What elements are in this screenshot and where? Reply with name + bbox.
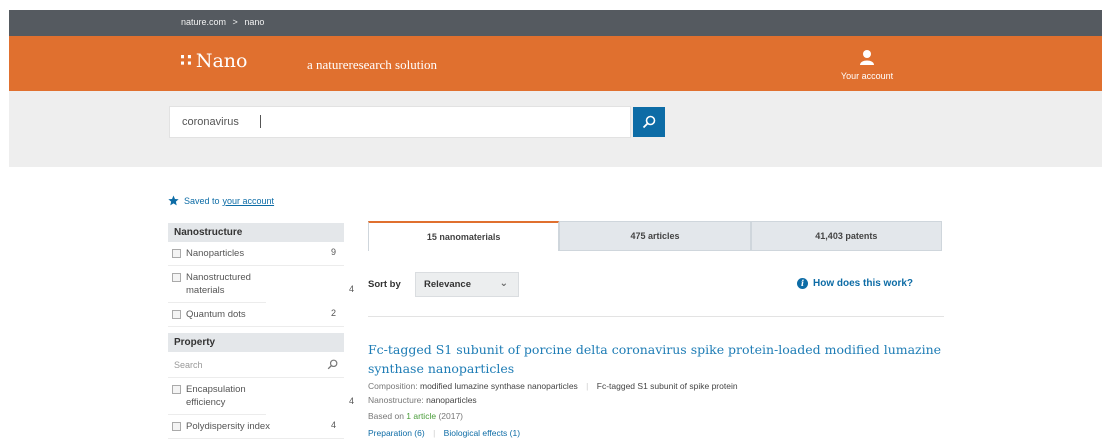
star-icon: [168, 195, 179, 206]
facet-item-nanostructured-materials[interactable]: Nanostructured materials 4: [168, 266, 354, 303]
search-icon: [642, 115, 656, 129]
brand-header: ∷ Nano a natureresearch solution Your ac…: [9, 36, 1102, 91]
article-count-link[interactable]: 1 article: [406, 411, 436, 421]
how-does-this-work-link[interactable]: i How does this work?: [797, 278, 913, 289]
breadcrumb-current[interactable]: nano: [244, 17, 264, 27]
search-icon: [327, 359, 338, 370]
facet-item-label: Quantum dots: [186, 309, 246, 320]
saved-notice: Saved to your account: [168, 195, 274, 206]
breadcrumb-root[interactable]: nature.com: [181, 17, 226, 27]
chevron-down-icon: ⌄: [499, 278, 508, 289]
brand-tagline: a natureresearch solution: [307, 57, 437, 72]
facet-item-encapsulation-efficiency[interactable]: Encapsulation efficiency 4: [168, 378, 354, 415]
facet-item-polydispersity-index[interactable]: Polydispersity index 4: [168, 415, 344, 439]
preparation-link[interactable]: Preparation (6): [368, 428, 425, 438]
biological-effects-link[interactable]: Biological effects (1): [444, 428, 520, 438]
nanostructure-value: nanoparticles: [426, 395, 477, 405]
separator: |: [433, 428, 436, 438]
sort-dropdown-value: Relevance: [424, 279, 472, 290]
facet-item-count: 4: [348, 396, 354, 406]
account-label: Your account: [840, 71, 894, 81]
based-on-label: Based on: [368, 411, 404, 421]
tab-articles[interactable]: 475 articles: [559, 221, 751, 251]
user-icon: [860, 50, 874, 65]
facet-item-quantum-dots[interactable]: Quantum dots 2: [168, 303, 344, 327]
sort-dropdown[interactable]: Relevance ⌄: [415, 272, 519, 297]
facet-item-count: 2: [330, 308, 336, 318]
composition-label: Composition:: [368, 381, 418, 391]
facet-item-nanoparticles[interactable]: Nanoparticles 9: [168, 242, 344, 266]
result-title-link[interactable]: Fc-tagged S1 subunit of porcine delta co…: [368, 340, 948, 378]
filter-sidebar: Nanostructure Nanoparticles 9 Nanostruct…: [168, 223, 354, 439]
checkbox[interactable]: [172, 385, 181, 394]
breadcrumb: nature.com > nano: [181, 17, 264, 27]
search-band: coronavirus: [9, 91, 1102, 167]
search-input[interactable]: coronavirus: [169, 106, 631, 138]
composition-value: Fc-tagged S1 subunit of spike protein: [596, 381, 738, 391]
facet-item-label: Encapsulation efficiency: [186, 384, 246, 408]
how-does-this-work-label: How does this work?: [813, 278, 914, 289]
tab-patents[interactable]: 41,403 patents: [750, 221, 942, 251]
your-account-link[interactable]: your account: [223, 196, 275, 206]
facet-item-label: Nanoparticles: [186, 248, 245, 259]
saved-text: Saved to: [184, 195, 220, 206]
logo-mark-icon: ∷: [180, 51, 192, 70]
result-links: Preparation (6) | Biological effects (1): [368, 428, 520, 438]
top-navigation-bar: nature.com > nano: [9, 10, 1102, 36]
search-input-value: coronavirus: [182, 116, 239, 128]
checkbox[interactable]: [172, 249, 181, 258]
result-composition: Composition: modified lumazine synthase …: [368, 381, 738, 391]
facet-item-label: Nanostructured materials: [186, 272, 251, 296]
nano-logo[interactable]: ∷ Nano: [180, 50, 247, 72]
property-search-input[interactable]: Search: [168, 352, 344, 378]
checkbox[interactable]: [172, 422, 181, 431]
divider: [368, 316, 944, 317]
separator: |: [586, 381, 589, 391]
facet-item-label: Polydispersity index: [186, 421, 270, 432]
facet-title-nanostructure: Nanostructure: [168, 223, 344, 242]
checkbox[interactable]: [172, 273, 181, 282]
search-button[interactable]: [633, 107, 665, 137]
facet-item-count: 4: [330, 420, 336, 430]
results-tabs: 15 nanomaterials 475 articles 41,403 pat…: [368, 221, 942, 251]
info-icon: i: [797, 278, 808, 289]
facet-item-count: 4: [348, 284, 354, 294]
nanostructure-label: Nanostructure:: [368, 395, 424, 405]
result-nanostructure: Nanostructure: nanoparticles: [368, 395, 477, 405]
facet-title-property: Property: [168, 333, 344, 352]
composition-value: modified lumazine synthase nanoparticles: [419, 381, 578, 391]
tab-nanomaterials[interactable]: 15 nanomaterials: [368, 221, 560, 251]
text-cursor: [260, 115, 261, 128]
sort-label: Sort by: [368, 279, 401, 290]
your-account-button[interactable]: Your account: [831, 49, 903, 81]
brand-name: Nano: [195, 50, 248, 72]
checkbox[interactable]: [172, 310, 181, 319]
result-year: (2017): [438, 411, 464, 421]
breadcrumb-separator: >: [232, 17, 238, 27]
facet-item-count: 9: [330, 247, 336, 257]
property-search-placeholder: Search: [174, 360, 203, 370]
result-based-on: Based on 1 article (2017): [368, 411, 463, 421]
